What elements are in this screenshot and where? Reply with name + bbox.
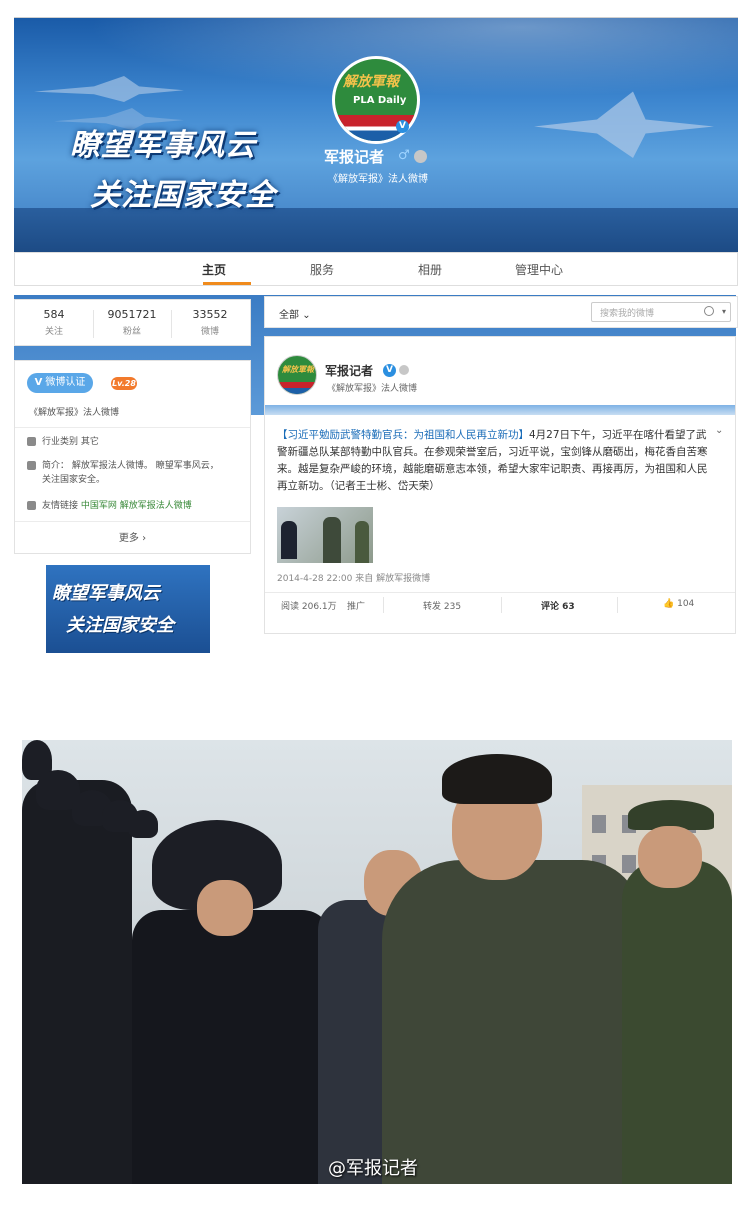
post-topic-link[interactable]: 【习近平勉励武警特勤官兵：为祖国和人民再立新功】 <box>277 429 529 441</box>
nav-tab-home[interactable]: 主页 <box>202 261 226 278</box>
stats-card: 584 关注 9051721 粉丝 33552 微博 <box>14 299 251 346</box>
photo-hair <box>442 754 552 804</box>
photo-helmet <box>128 810 158 838</box>
member-level-icon <box>399 365 409 375</box>
post-timestamp[interactable]: 2014-4-28 22:00 来自 解放军报微博 <box>277 571 430 584</box>
chevron-down-icon: ⌄ <box>302 310 311 321</box>
profile-cover-banner: 瞭望军事风云 关注国家安全 解放軍報 PLA Daily V 军报记者 ♂ 《解… <box>14 17 738 254</box>
avatar-calligraphy: 解放軍報 <box>282 365 314 374</box>
profile-info-card: V 微博认证 Lv.28 《解放军报》法人微博 行业类别 其它 简介： 解放军报法… <box>14 360 251 554</box>
more-button[interactable]: 更多 › <box>15 529 250 544</box>
profile-description: 《解放军报》法人微博 <box>328 174 428 185</box>
verification-description: 《解放军报》法人微博 <box>29 408 120 418</box>
action-divider <box>617 597 618 613</box>
category-row: 行业类别 其它 <box>27 435 99 449</box>
promote-button[interactable]: 推广 <box>347 599 365 612</box>
links-row: 友情链接 中国军网 解放军报法人微博 <box>27 499 192 513</box>
gender-male-icon: ♂ <box>398 148 410 163</box>
avatar-calligraphy: 解放軍報 <box>343 74 399 90</box>
briefcase-icon <box>27 437 36 446</box>
thumb-figure <box>355 521 369 563</box>
feed-filter-bar: 全部 ⌄ 搜索我的微博 ▾ <box>264 296 738 328</box>
intro-icon <box>27 461 36 470</box>
stat-following-label: 关注 <box>44 327 63 337</box>
active-tab-indicator <box>203 282 251 285</box>
post-actions-divider <box>265 592 735 593</box>
photo-soldier <box>22 780 132 1184</box>
slogan-mini-banner: 瞭望军事风云 关注国家安全 <box>46 565 210 653</box>
filter-all-dropdown[interactable]: 全部 ⌄ <box>279 306 311 321</box>
divider <box>15 521 250 522</box>
like-button[interactable]: 👍 104 <box>663 599 694 609</box>
thumb-figure <box>323 517 341 563</box>
photo-face <box>197 880 253 936</box>
nav-tab-services[interactable]: 服务 <box>310 261 334 278</box>
intro-row: 简介： 解放军报法人微博。 瞭望军事风云， 关注国家安全。 <box>27 459 219 487</box>
post-image-thumbnail[interactable] <box>277 507 373 563</box>
news-photo[interactable]: @军报记者 <box>22 740 732 1184</box>
divider <box>15 427 250 428</box>
read-count: 阅读 206.1万 <box>281 602 337 612</box>
thumb-figure <box>281 521 297 559</box>
intro-text-line2: 关注国家安全。 <box>42 475 106 485</box>
stat-posts[interactable]: 33552 微博 <box>171 308 249 337</box>
thumbs-up-icon: 👍 <box>663 599 675 609</box>
profile-name: 军报记者 <box>324 148 385 166</box>
caret-down-icon[interactable]: ▾ <box>722 307 726 316</box>
mini-slogan-line2: 关注国家安全 <box>66 615 174 636</box>
verification-badge[interactable]: V 微博认证 <box>27 373 93 393</box>
photo-general <box>622 860 732 1184</box>
stat-followers-label: 粉丝 <box>122 327 141 337</box>
avatar-pla-daily-text: PLA Daily <box>353 95 407 106</box>
link-icon <box>27 501 36 510</box>
stat-posts-count: 33552 <box>192 308 228 321</box>
post-text: 【习近平勉励武警特勤官兵：为祖国和人民再立新功】4月27日下午，习近平在喀什看望… <box>277 427 717 495</box>
stat-followers-count: 9051721 <box>107 308 157 321</box>
post-header-strip <box>265 405 735 415</box>
action-divider <box>501 597 502 613</box>
banner-ground <box>14 208 738 254</box>
post-author-desc: 《解放军报》法人微博 <box>327 384 418 394</box>
nav-tab-album[interactable]: 相册 <box>418 261 442 278</box>
avatar-flag-stripe <box>278 382 316 394</box>
comment-button[interactable]: 评论 63 <box>541 599 575 612</box>
mini-slogan-line1: 瞭望军事风云 <box>52 583 160 604</box>
search-icon[interactable] <box>704 306 714 316</box>
level-badge[interactable]: Lv.28 <box>111 377 137 390</box>
search-input[interactable]: 搜索我的微博 ▾ <box>591 302 731 322</box>
profile-nav-bar: 主页 服务 相册 管理中心 <box>14 252 738 286</box>
post-header: 解放軍報 军报记者 V 《解放军报》法人微博 <box>265 337 735 405</box>
stat-posts-label: 微博 <box>200 327 219 337</box>
links-label: 友情链接 <box>42 501 79 511</box>
action-divider <box>383 597 384 613</box>
like-count: 104 <box>677 599 695 609</box>
photo-leader-coat <box>382 860 642 1184</box>
post-author-name[interactable]: 军报记者 <box>325 362 373 379</box>
verified-icon: V <box>34 377 43 388</box>
stat-followers[interactable]: 9051721 粉丝 <box>93 308 171 337</box>
verification-label: 微博认证 <box>45 377 86 388</box>
banner-slogan-line2: 关注国家安全 <box>90 178 276 213</box>
category-text: 行业类别 其它 <box>42 437 99 447</box>
nav-tab-admin[interactable]: 管理中心 <box>515 261 563 278</box>
repost-button[interactable]: 转发 235 <box>423 599 461 612</box>
stat-following-count: 584 <box>43 308 65 321</box>
banner-slogan-line1: 瞭望军事风云 <box>70 128 256 163</box>
feed-post: 解放軍報 军报记者 V 《解放军报》法人微博 ⌄ 【习近平勉励武警特勤官兵：为祖… <box>264 336 736 634</box>
search-placeholder: 搜索我的微博 <box>600 309 655 319</box>
stat-following[interactable]: 584 关注 <box>15 308 93 337</box>
verified-icon: V <box>396 120 409 133</box>
photo-face <box>638 826 702 888</box>
photo-soldier-front <box>132 910 332 1184</box>
verified-icon: V <box>383 364 396 377</box>
member-level-icon <box>414 150 427 163</box>
post-avatar[interactable]: 解放軍報 <box>277 355 317 395</box>
photo-watermark: @军报记者 <box>328 1158 418 1179</box>
friend-links[interactable]: 中国军网 解放军报法人微博 <box>81 501 192 511</box>
intro-text-line1: 简介： 解放军报法人微博。 瞭望军事风云， <box>42 461 219 471</box>
building-window <box>592 815 606 833</box>
filter-all-label: 全部 <box>279 310 299 321</box>
